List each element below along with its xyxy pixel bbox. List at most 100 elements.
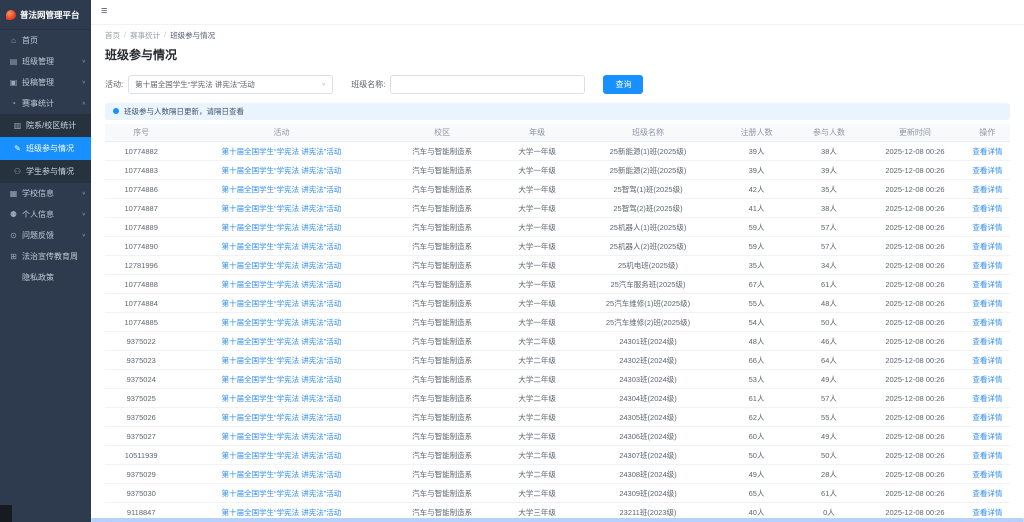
sidebar-item-privacy-policy[interactable]: 隐私政策 [0,267,91,288]
sidebar-item-student-participation[interactable]: ⚇学生参与情况 [0,160,91,183]
class-name-cell: 25汽车维修(2)班(2025级) [576,313,721,332]
view-details-link[interactable]: 查看详情 [972,242,1002,251]
campus-cell: 汽车与智能制造系 [386,256,499,275]
sidebar-item-personal-info[interactable]: ⚉个人信息∨ [0,204,91,225]
submenu-competition-stats: ▥院系/校区统计✎班级参与情况⚇学生参与情况 [0,114,91,183]
activity-cell: 第十届全国学生“学宪法 讲宪法”活动 [177,427,385,446]
activity-select[interactable]: 第十届全国学生“学宪法 讲宪法”活动 ∨ [128,75,333,94]
view-details-link[interactable]: 查看详情 [972,166,1002,175]
sidebar-item-home[interactable]: ⌂首页 [0,30,91,51]
sidebar-item-class-participation[interactable]: ✎班级参与情况 [0,137,91,160]
view-details-link[interactable]: 查看详情 [972,261,1002,270]
view-details-link[interactable]: 查看详情 [972,337,1002,346]
grade-cell: 大学二年级 [499,427,576,446]
serial-cell: 10774883 [105,161,177,180]
grade-cell: 大学二年级 [499,332,576,351]
action-cell: 查看详情 [965,313,1010,332]
view-details-link[interactable]: 查看详情 [972,223,1002,232]
hamburger-icon[interactable]: ≡ [101,6,107,17]
view-details-link[interactable]: 查看详情 [972,489,1002,498]
activity-link[interactable]: 第十届全国学生“学宪法 讲宪法”活动 [222,451,342,460]
activity-link[interactable]: 第十届全国学生“学宪法 讲宪法”活动 [222,356,342,365]
activity-link[interactable]: 第十届全国学生“学宪法 讲宪法”活动 [222,489,342,498]
registered-count-cell: 41人 [720,199,792,218]
class-name-input[interactable] [390,75,585,94]
view-details-link[interactable]: 查看详情 [972,432,1002,441]
grade-cell: 大学一年级 [499,161,576,180]
registered-count-cell: 53人 [720,370,792,389]
view-details-link[interactable]: 查看详情 [972,356,1002,365]
class-name-cell: 24305班(2024级) [576,408,721,427]
activity-link[interactable]: 第十届全国学生“学宪法 讲宪法”活动 [222,299,342,308]
sidebar-item-school-info[interactable]: ▦学校信息∨ [0,183,91,204]
campus-cell: 汽车与智能制造系 [386,180,499,199]
campus-cell: 汽车与智能制造系 [386,294,499,313]
sidebar-item-class-management[interactable]: ▤班级管理∨ [0,51,91,72]
view-details-link[interactable]: 查看详情 [972,470,1002,479]
sidebar-item-submission-management[interactable]: ▣投稿管理∨ [0,72,91,93]
registered-count-cell: 66人 [720,351,792,370]
grade-cell: 大学一年级 [499,237,576,256]
view-details-link[interactable]: 查看详情 [972,394,1002,403]
sidebar-item-competition-stats[interactable]: ◔赛事统计∧ [0,93,91,114]
grade-cell: 大学一年级 [499,218,576,237]
participated-count-cell: 64人 [793,351,865,370]
grade-cell: 大学一年级 [499,199,576,218]
view-details-link[interactable]: 查看详情 [972,204,1002,213]
column-header: 操作 [965,124,1010,142]
activity-link[interactable]: 第十届全国学生“学宪法 讲宪法”活动 [222,280,342,289]
activity-link[interactable]: 第十届全国学生“学宪法 讲宪法”活动 [222,470,342,479]
activity-link[interactable]: 第十届全国学生“学宪法 讲宪法”活动 [222,413,342,422]
serial-cell: 9375029 [105,465,177,484]
campus-cell: 汽车与智能制造系 [386,313,499,332]
view-details-link[interactable]: 查看详情 [972,508,1002,517]
view-details-link[interactable]: 查看详情 [972,280,1002,289]
activity-cell: 第十届全国学生“学宪法 讲宪法”活动 [177,142,385,161]
activity-cell: 第十届全国学生“学宪法 讲宪法”活动 [177,218,385,237]
breadcrumb-item[interactable]: 首页 [105,30,120,41]
view-details-link[interactable]: 查看详情 [972,147,1002,156]
activity-link[interactable]: 第十届全国学生“学宪法 讲宪法”活动 [222,242,342,251]
search-button[interactable]: 查询 [603,75,643,94]
class-name-cell: 25新能源(1)班(2025级) [576,142,721,161]
updated-time-cell: 2025-12-08 00:26 [865,465,965,484]
serial-cell: 9375027 [105,427,177,446]
activity-link[interactable]: 第十届全国学生“学宪法 讲宪法”活动 [222,223,342,232]
activity-link[interactable]: 第十届全国学生“学宪法 讲宪法”活动 [222,204,342,213]
sidebar-item-legal-education[interactable]: ⊞法治宣传教育周 [0,246,91,267]
sidebar-item-feedback[interactable]: ⊙问题反馈∨ [0,225,91,246]
chevron-down-icon: ∨ [82,80,86,86]
column-header: 年级 [499,124,576,142]
participated-count-cell: 50人 [793,313,865,332]
activity-link[interactable]: 第十届全国学生“学宪法 讲宪法”活动 [222,337,342,346]
activity-cell: 第十届全国学生“学宪法 讲宪法”活动 [177,408,385,427]
activity-link[interactable]: 第十届全国学生“学宪法 讲宪法”活动 [222,375,342,384]
activity-link[interactable]: 第十届全国学生“学宪法 讲宪法”活动 [222,318,342,327]
activity-filter-label: 活动: [105,79,123,90]
view-details-link[interactable]: 查看详情 [972,451,1002,460]
chevron-down-icon: ∨ [82,59,86,65]
activity-cell: 第十届全国学生“学宪法 讲宪法”活动 [177,370,385,389]
sidebar-item-dept-campus-stats[interactable]: ▥院系/校区统计 [0,114,91,137]
activity-link[interactable]: 第十届全国学生“学宪法 讲宪法”活动 [222,508,342,517]
view-details-link[interactable]: 查看详情 [972,185,1002,194]
activity-link[interactable]: 第十届全国学生“学宪法 讲宪法”活动 [222,166,342,175]
activity-link[interactable]: 第十届全国学生“学宪法 讲宪法”活动 [222,261,342,270]
view-details-link[interactable]: 查看详情 [972,413,1002,422]
activity-link[interactable]: 第十届全国学生“学宪法 讲宪法”活动 [222,147,342,156]
horizontal-scrollbar[interactable] [91,518,1024,522]
view-details-link[interactable]: 查看详情 [972,299,1002,308]
notice-banner: 班级参与人数隔日更新，请隔日查看 [105,103,1010,120]
activity-cell: 第十届全国学生“学宪法 讲宪法”活动 [177,275,385,294]
activity-link[interactable]: 第十届全国学生“学宪法 讲宪法”活动 [222,394,342,403]
view-details-link[interactable]: 查看详情 [972,375,1002,384]
view-details-link[interactable]: 查看详情 [972,318,1002,327]
updated-time-cell: 2025-12-08 00:26 [865,275,965,294]
breadcrumb-item[interactable]: 赛事统计 [130,30,160,41]
column-header: 更新时间 [865,124,965,142]
class-name-cell: 24304班(2024级) [576,389,721,408]
activity-link[interactable]: 第十届全国学生“学宪法 讲宪法”活动 [222,185,342,194]
sidebar-item-label: 学生参与情况 [26,166,87,177]
activity-link[interactable]: 第十届全国学生“学宪法 讲宪法”活动 [222,432,342,441]
sidebar-item-label: 投稿管理 [22,77,78,88]
